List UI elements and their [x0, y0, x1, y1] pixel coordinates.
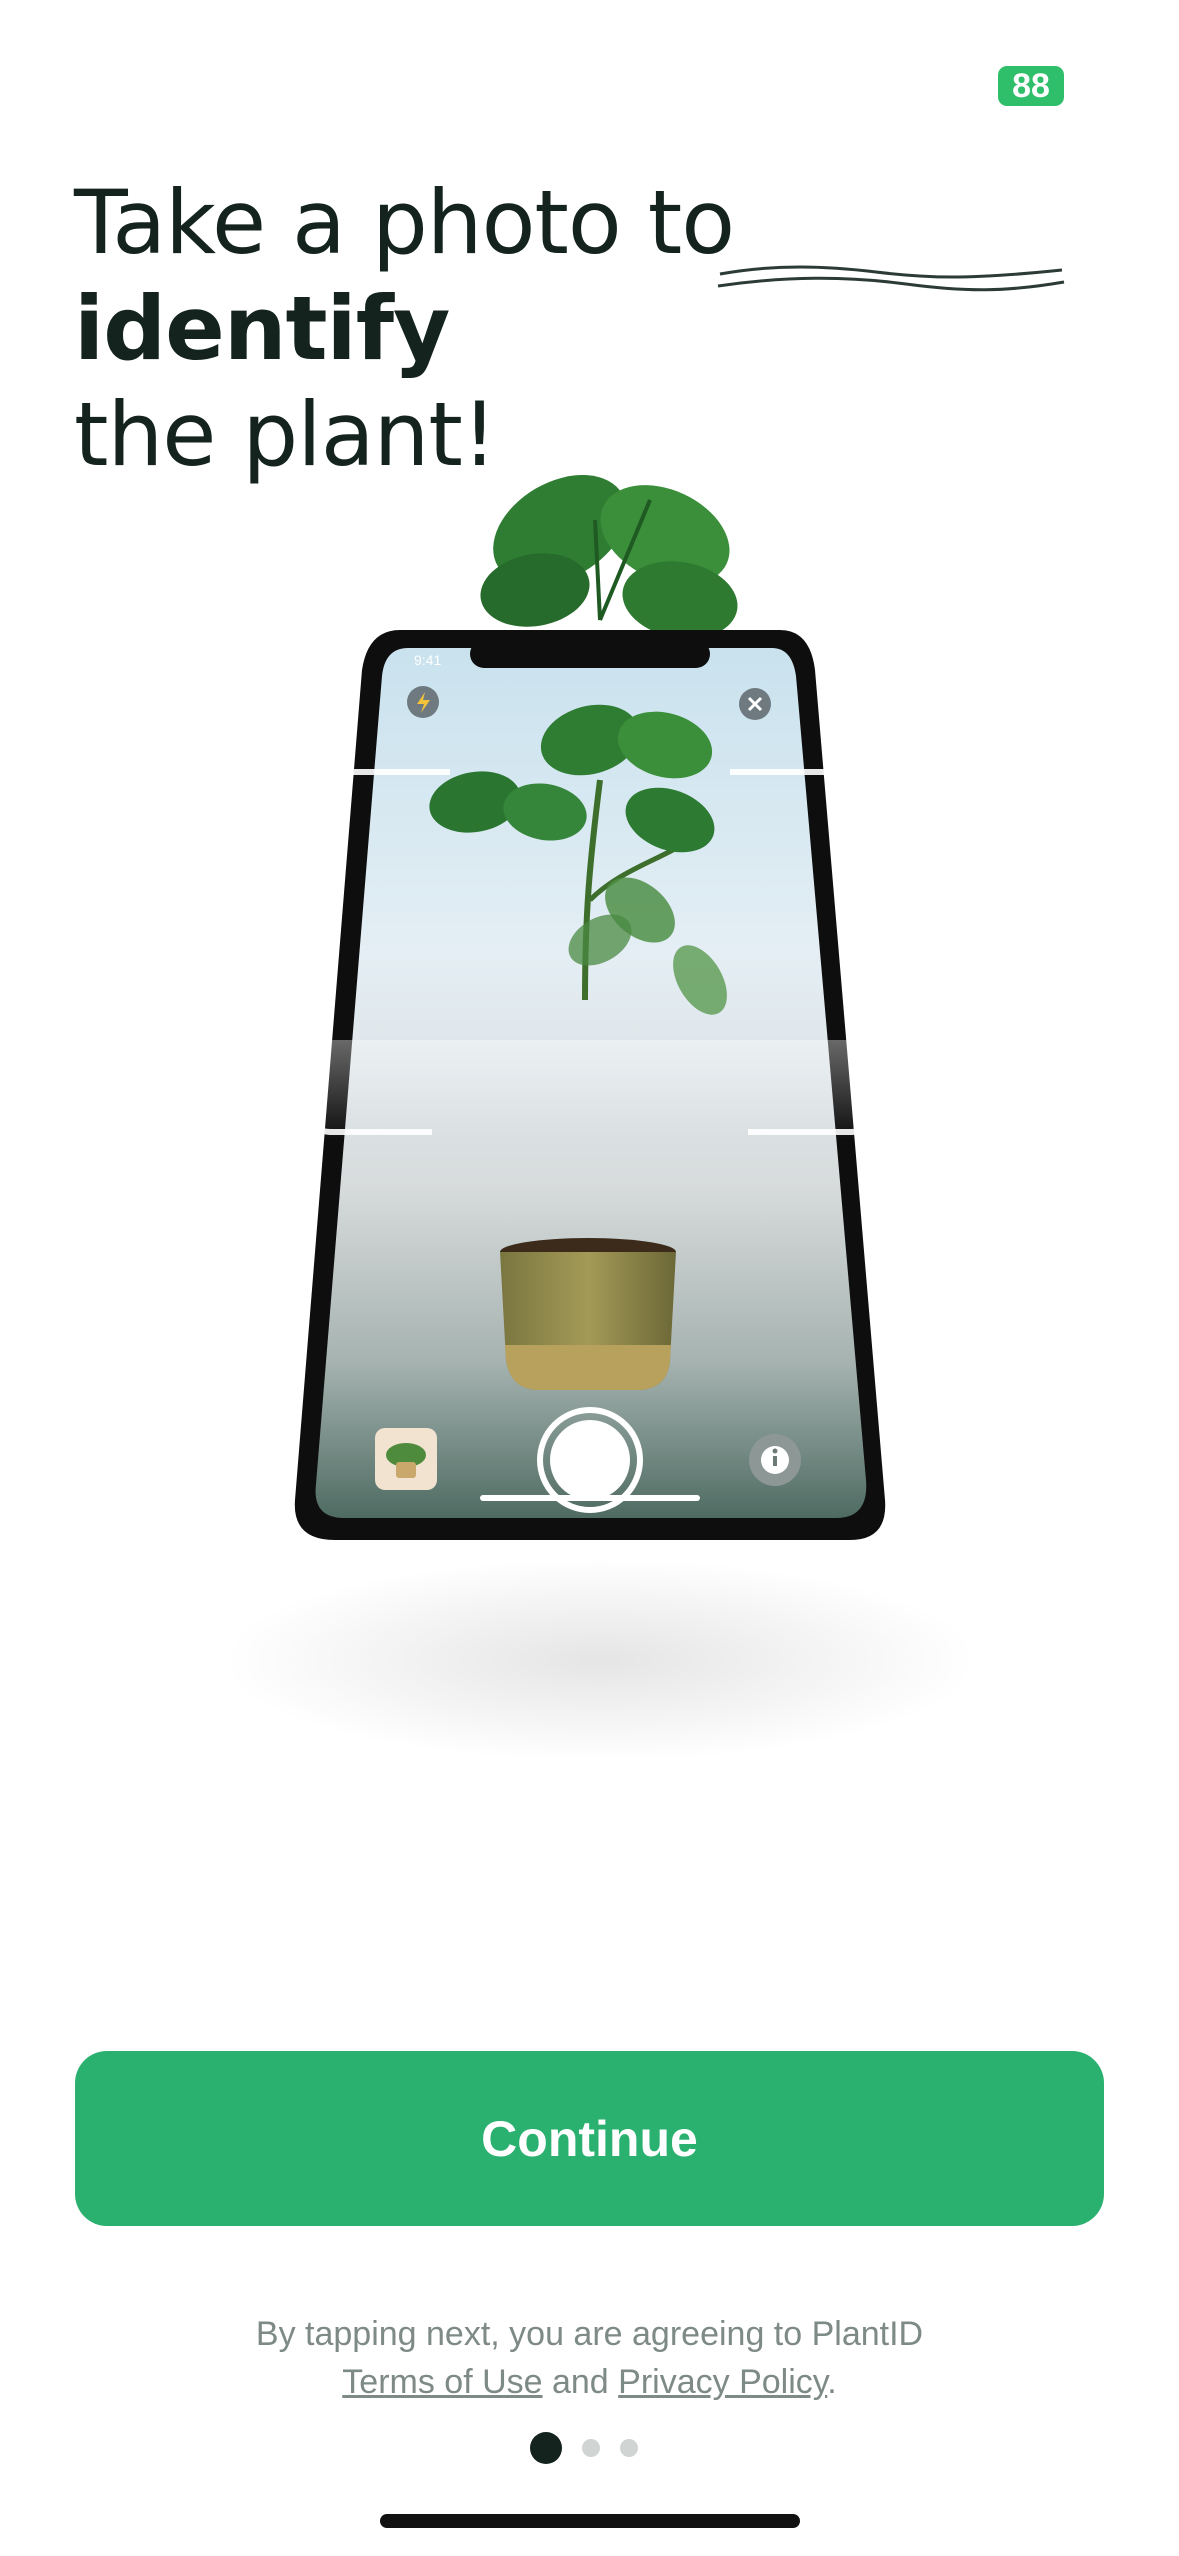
phone-notch — [470, 640, 710, 668]
privacy-policy-link[interactable]: Privacy Policy — [618, 2363, 827, 2401]
legal-suffix: . — [827, 2363, 837, 2401]
headline-emphasis: identify — [74, 277, 450, 380]
phone-home-indicator — [480, 1495, 700, 1501]
legal-prefix: By tapping next, you are agreeing to Pla… — [255, 2315, 924, 2353]
continue-button[interactable]: Continue — [75, 2051, 1104, 2226]
legal-text: By tapping next, you are agreeing to Pla… — [0, 2310, 1179, 2406]
pagination-dots — [530, 2432, 638, 2464]
phone-time: 9:41 — [414, 652, 441, 668]
headline-part-1: Take a photo to — [74, 171, 735, 274]
page-dot-2 — [582, 2439, 600, 2457]
plant-leaves-top — [480, 475, 738, 639]
legal-and: and — [542, 2363, 619, 2401]
page-dot-3 — [620, 2439, 638, 2457]
squiggle-underline-icon — [717, 265, 1065, 292]
plant-pot — [500, 1238, 676, 1390]
battery-indicator: 88 — [998, 66, 1064, 106]
home-indicator — [380, 2514, 800, 2528]
terms-of-use-link[interactable]: Terms of Use — [342, 2363, 542, 2401]
page-dot-1 — [530, 2432, 562, 2464]
phone-illustration: 9:41 — [0, 440, 1179, 1760]
